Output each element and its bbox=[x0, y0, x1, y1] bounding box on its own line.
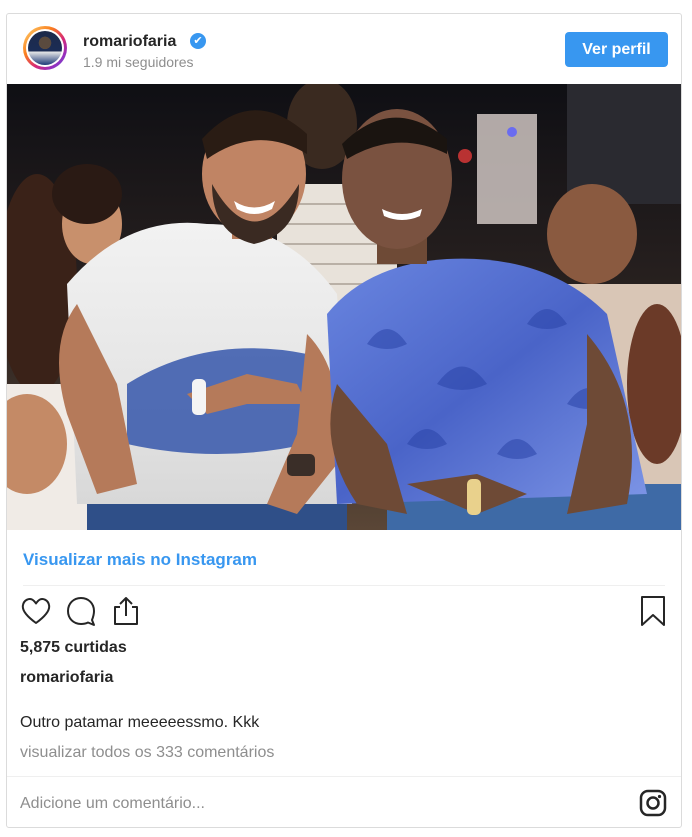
avatar-ring bbox=[26, 29, 64, 67]
like-count[interactable]: 5,875 curtidas bbox=[20, 639, 127, 657]
caption-text: Outro patamar meeeeessmo. Kkk bbox=[20, 714, 260, 731]
view-all-comments-link[interactable]: visualizar todos os 333 comentários bbox=[20, 744, 274, 762]
instagram-embed-card: romariofaria ✔ 1.9 mi seguidores Ver per… bbox=[6, 13, 682, 828]
view-more-on-instagram-link[interactable]: Visualizar mais no Instagram bbox=[23, 550, 257, 570]
follower-count: 1.9 mi seguidores bbox=[83, 54, 194, 70]
view-profile-button[interactable]: Ver perfil bbox=[565, 32, 668, 67]
divider bbox=[23, 585, 665, 586]
username-link[interactable]: romariofaria bbox=[83, 33, 176, 51]
heart-icon[interactable] bbox=[19, 594, 53, 628]
instagram-logo-icon[interactable] bbox=[639, 789, 667, 817]
avatar[interactable] bbox=[23, 26, 67, 70]
post-photo[interactable] bbox=[7, 84, 681, 530]
comment-icon[interactable] bbox=[64, 594, 98, 628]
caption-username[interactable]: romariofaria bbox=[20, 669, 113, 687]
share-icon[interactable] bbox=[109, 594, 143, 628]
comment-input[interactable] bbox=[20, 791, 610, 817]
photo-illustration bbox=[7, 84, 681, 530]
action-bar bbox=[7, 594, 681, 632]
verified-badge-icon: ✔ bbox=[190, 33, 206, 49]
bookmark-icon[interactable] bbox=[636, 594, 670, 628]
post-header: romariofaria ✔ 1.9 mi seguidores Ver per… bbox=[7, 14, 681, 84]
divider bbox=[7, 776, 681, 777]
avatar-photo bbox=[28, 31, 62, 65]
